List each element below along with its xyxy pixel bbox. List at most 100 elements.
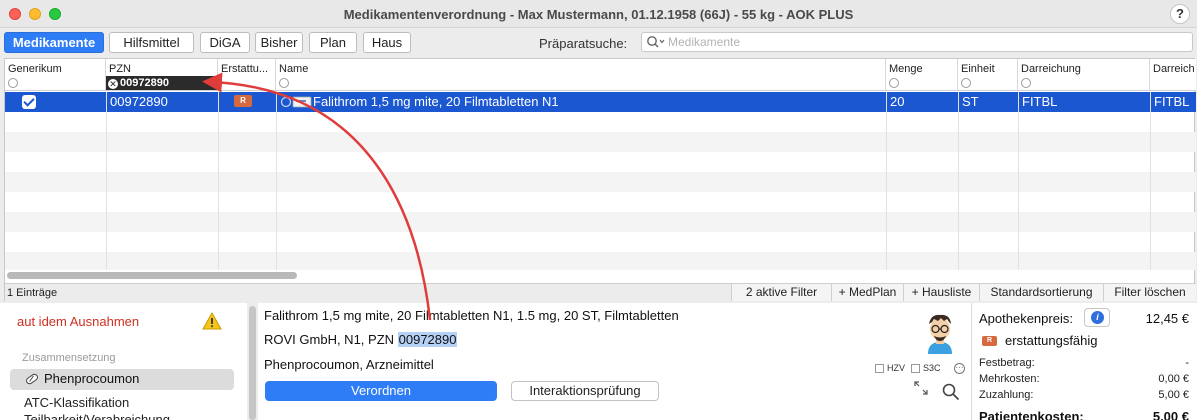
info-icon: i xyxy=(1091,311,1104,324)
ingredient-label: Phenprocoumon xyxy=(44,371,140,386)
window-title: Medikamentenverordnung - Max Mustermann,… xyxy=(343,7,854,22)
search-box[interactable] xyxy=(641,32,1193,52)
column-divider xyxy=(958,92,959,270)
interaktionspruefung-button[interactable]: Interaktionsprüfung xyxy=(511,381,659,401)
pzn-filter-value: 00972890 xyxy=(120,77,169,89)
column-label: Einheit xyxy=(961,63,995,75)
filter-circle-icon[interactable] xyxy=(279,78,289,88)
erstattung-badge-icon: R xyxy=(234,95,252,107)
pill-icon xyxy=(24,372,40,389)
product-description: Falithrom 1,5 mg mite, 20 Filmtabletten … xyxy=(264,308,679,323)
help-button[interactable]: ? xyxy=(1170,4,1190,24)
vertical-scrollbar-thumb[interactable] xyxy=(249,306,256,420)
column-divider xyxy=(1150,92,1151,270)
pzn-filter-chip[interactable]: ✕ 00972890 xyxy=(106,76,219,90)
zuzahlung-value: 5,00 € xyxy=(1158,389,1189,401)
column-divider xyxy=(1018,92,1019,270)
column-generikum[interactable]: Generikum xyxy=(5,59,106,91)
scrollbar-thumb[interactable] xyxy=(7,272,297,279)
festbetrag-label: Festbetrag: xyxy=(979,357,1035,369)
apothekenpreis-value: 12,45 € xyxy=(1145,311,1189,326)
column-label: Erstattu... xyxy=(221,63,269,75)
warning-icon xyxy=(202,311,222,333)
tab-plan[interactable]: Plan xyxy=(309,32,357,53)
erstattung-status: erstattungsfähig xyxy=(1005,333,1098,348)
column-divider xyxy=(106,92,107,270)
pricing-panel: Apothekenpreis: i 12,45 € R erstattungsf… xyxy=(971,303,1197,420)
column-label: Darreichung xyxy=(1021,63,1081,75)
s3c-label: S3C xyxy=(923,363,941,373)
active-filters-button[interactable]: 2 aktive Filter xyxy=(731,284,831,301)
column-menge[interactable]: Menge xyxy=(886,59,958,91)
tab-diga[interactable]: DiGA xyxy=(200,32,250,53)
left-panel: aut idem Ausnahmen Zusammensetzung Phenp… xyxy=(0,303,247,420)
filter-circle-icon[interactable] xyxy=(8,78,18,88)
medication-table: Generikum PZN Erstattu... Name Menge Ein… xyxy=(4,58,1196,301)
tab-haus[interactable]: Haus xyxy=(363,32,411,53)
more-options-icon[interactable]: ··· xyxy=(954,363,965,374)
ingredient-type-line: Phenprocoumon, Arzneimittel xyxy=(264,357,434,372)
column-darreichung[interactable]: Darreichung xyxy=(1018,59,1150,91)
price-info-button[interactable]: i xyxy=(1084,308,1110,327)
patientenkosten-value: 5,00 € xyxy=(1152,409,1189,420)
search-icon[interactable] xyxy=(646,35,666,52)
search-label: Präparatsuche: xyxy=(539,36,628,51)
cell-darreichung-2: FITBL xyxy=(1154,94,1190,109)
filter-circle-icon[interactable] xyxy=(889,78,899,88)
column-erstattung[interactable]: Erstattu... xyxy=(218,59,276,91)
column-label: PZN xyxy=(109,63,131,75)
hzv-checkbox[interactable] xyxy=(875,364,884,373)
tab-bisher[interactable]: Bisher xyxy=(255,32,303,53)
filter-circle-icon[interactable] xyxy=(1021,78,1031,88)
clear-filter-icon[interactable]: ✕ xyxy=(108,79,118,89)
package-icon xyxy=(280,95,314,112)
panel-splitter[interactable] xyxy=(247,303,258,420)
ingredient-item[interactable]: Phenprocoumon xyxy=(10,369,234,390)
column-divider xyxy=(218,92,219,270)
mehrkosten-value: 0,00 € xyxy=(1158,373,1189,385)
generikum-checkbox[interactable] xyxy=(22,95,36,109)
column-divider xyxy=(276,92,277,270)
manufacturer-line: ROVI GmbH, N1, PZN 00972890 xyxy=(264,332,458,347)
add-medplan-button[interactable]: + MedPlan xyxy=(831,284,903,301)
column-label: Menge xyxy=(889,63,923,75)
search-input[interactable] xyxy=(668,34,1188,50)
column-einheit[interactable]: Einheit xyxy=(958,59,1018,91)
section-header-zusammensetzung: Zusammensetzung xyxy=(22,352,116,364)
s3c-checkbox[interactable] xyxy=(911,364,920,373)
festbetrag-value: - xyxy=(1185,357,1189,369)
add-hausliste-button[interactable]: + Hausliste xyxy=(903,284,979,301)
clear-filter-button[interactable]: Filter löschen xyxy=(1103,284,1196,301)
cell-name: Falithrom 1,5 mg mite, 20 Filmtabletten … xyxy=(313,94,559,109)
title-bar: Medikamentenverordnung - Max Mustermann,… xyxy=(0,0,1197,28)
column-label: Darreich xyxy=(1153,63,1195,75)
detail-panel: Falithrom 1,5 mg mite, 20 Filmtabletten … xyxy=(258,303,971,420)
magnifier-icon[interactable] xyxy=(942,383,960,404)
patientenkosten-label: Patientenkosten: xyxy=(979,409,1084,420)
tab-hilfsmittel[interactable]: Hilfsmittel xyxy=(109,32,194,53)
pzn-highlight: 00972890 xyxy=(397,332,458,347)
cell-darreichung: FITBL xyxy=(1022,94,1058,109)
cell-pzn: 00972890 xyxy=(110,94,168,109)
tab-medikamente[interactable]: Medikamente xyxy=(4,32,104,53)
erstattung-badge-icon: R xyxy=(982,336,997,346)
horizontal-scrollbar[interactable] xyxy=(7,271,1192,281)
column-label: Name xyxy=(279,63,309,75)
column-divider xyxy=(886,92,887,270)
table-footer: 1 Einträge 2 aktive Filter + MedPlan + H… xyxy=(5,283,1196,301)
aut-idem-link[interactable]: aut idem Ausnahmen xyxy=(17,314,139,329)
entry-count: 1 Einträge xyxy=(7,287,58,299)
column-name[interactable]: Name xyxy=(276,59,886,91)
cell-einheit: ST xyxy=(962,94,979,109)
atc-classification-item[interactable]: ATC-Klassifikation xyxy=(24,395,129,410)
column-darreichung-2[interactable]: Darreich xyxy=(1150,59,1196,91)
manufacturer-text: ROVI GmbH, N1, PZN xyxy=(264,332,398,347)
cell-menge: 20 xyxy=(890,94,905,109)
filter-circle-icon[interactable] xyxy=(961,78,971,88)
teilbarkeit-item[interactable]: Teilbarkeit/Verabreichung xyxy=(24,413,170,420)
table-header: Generikum PZN Erstattu... Name Menge Ein… xyxy=(5,59,1196,91)
standard-sort-button[interactable]: Standardsortierung xyxy=(979,284,1103,301)
verordnen-button[interactable]: Verordnen xyxy=(265,381,497,401)
doctor-avatar-icon[interactable] xyxy=(922,310,958,359)
expand-icon[interactable] xyxy=(914,381,928,398)
